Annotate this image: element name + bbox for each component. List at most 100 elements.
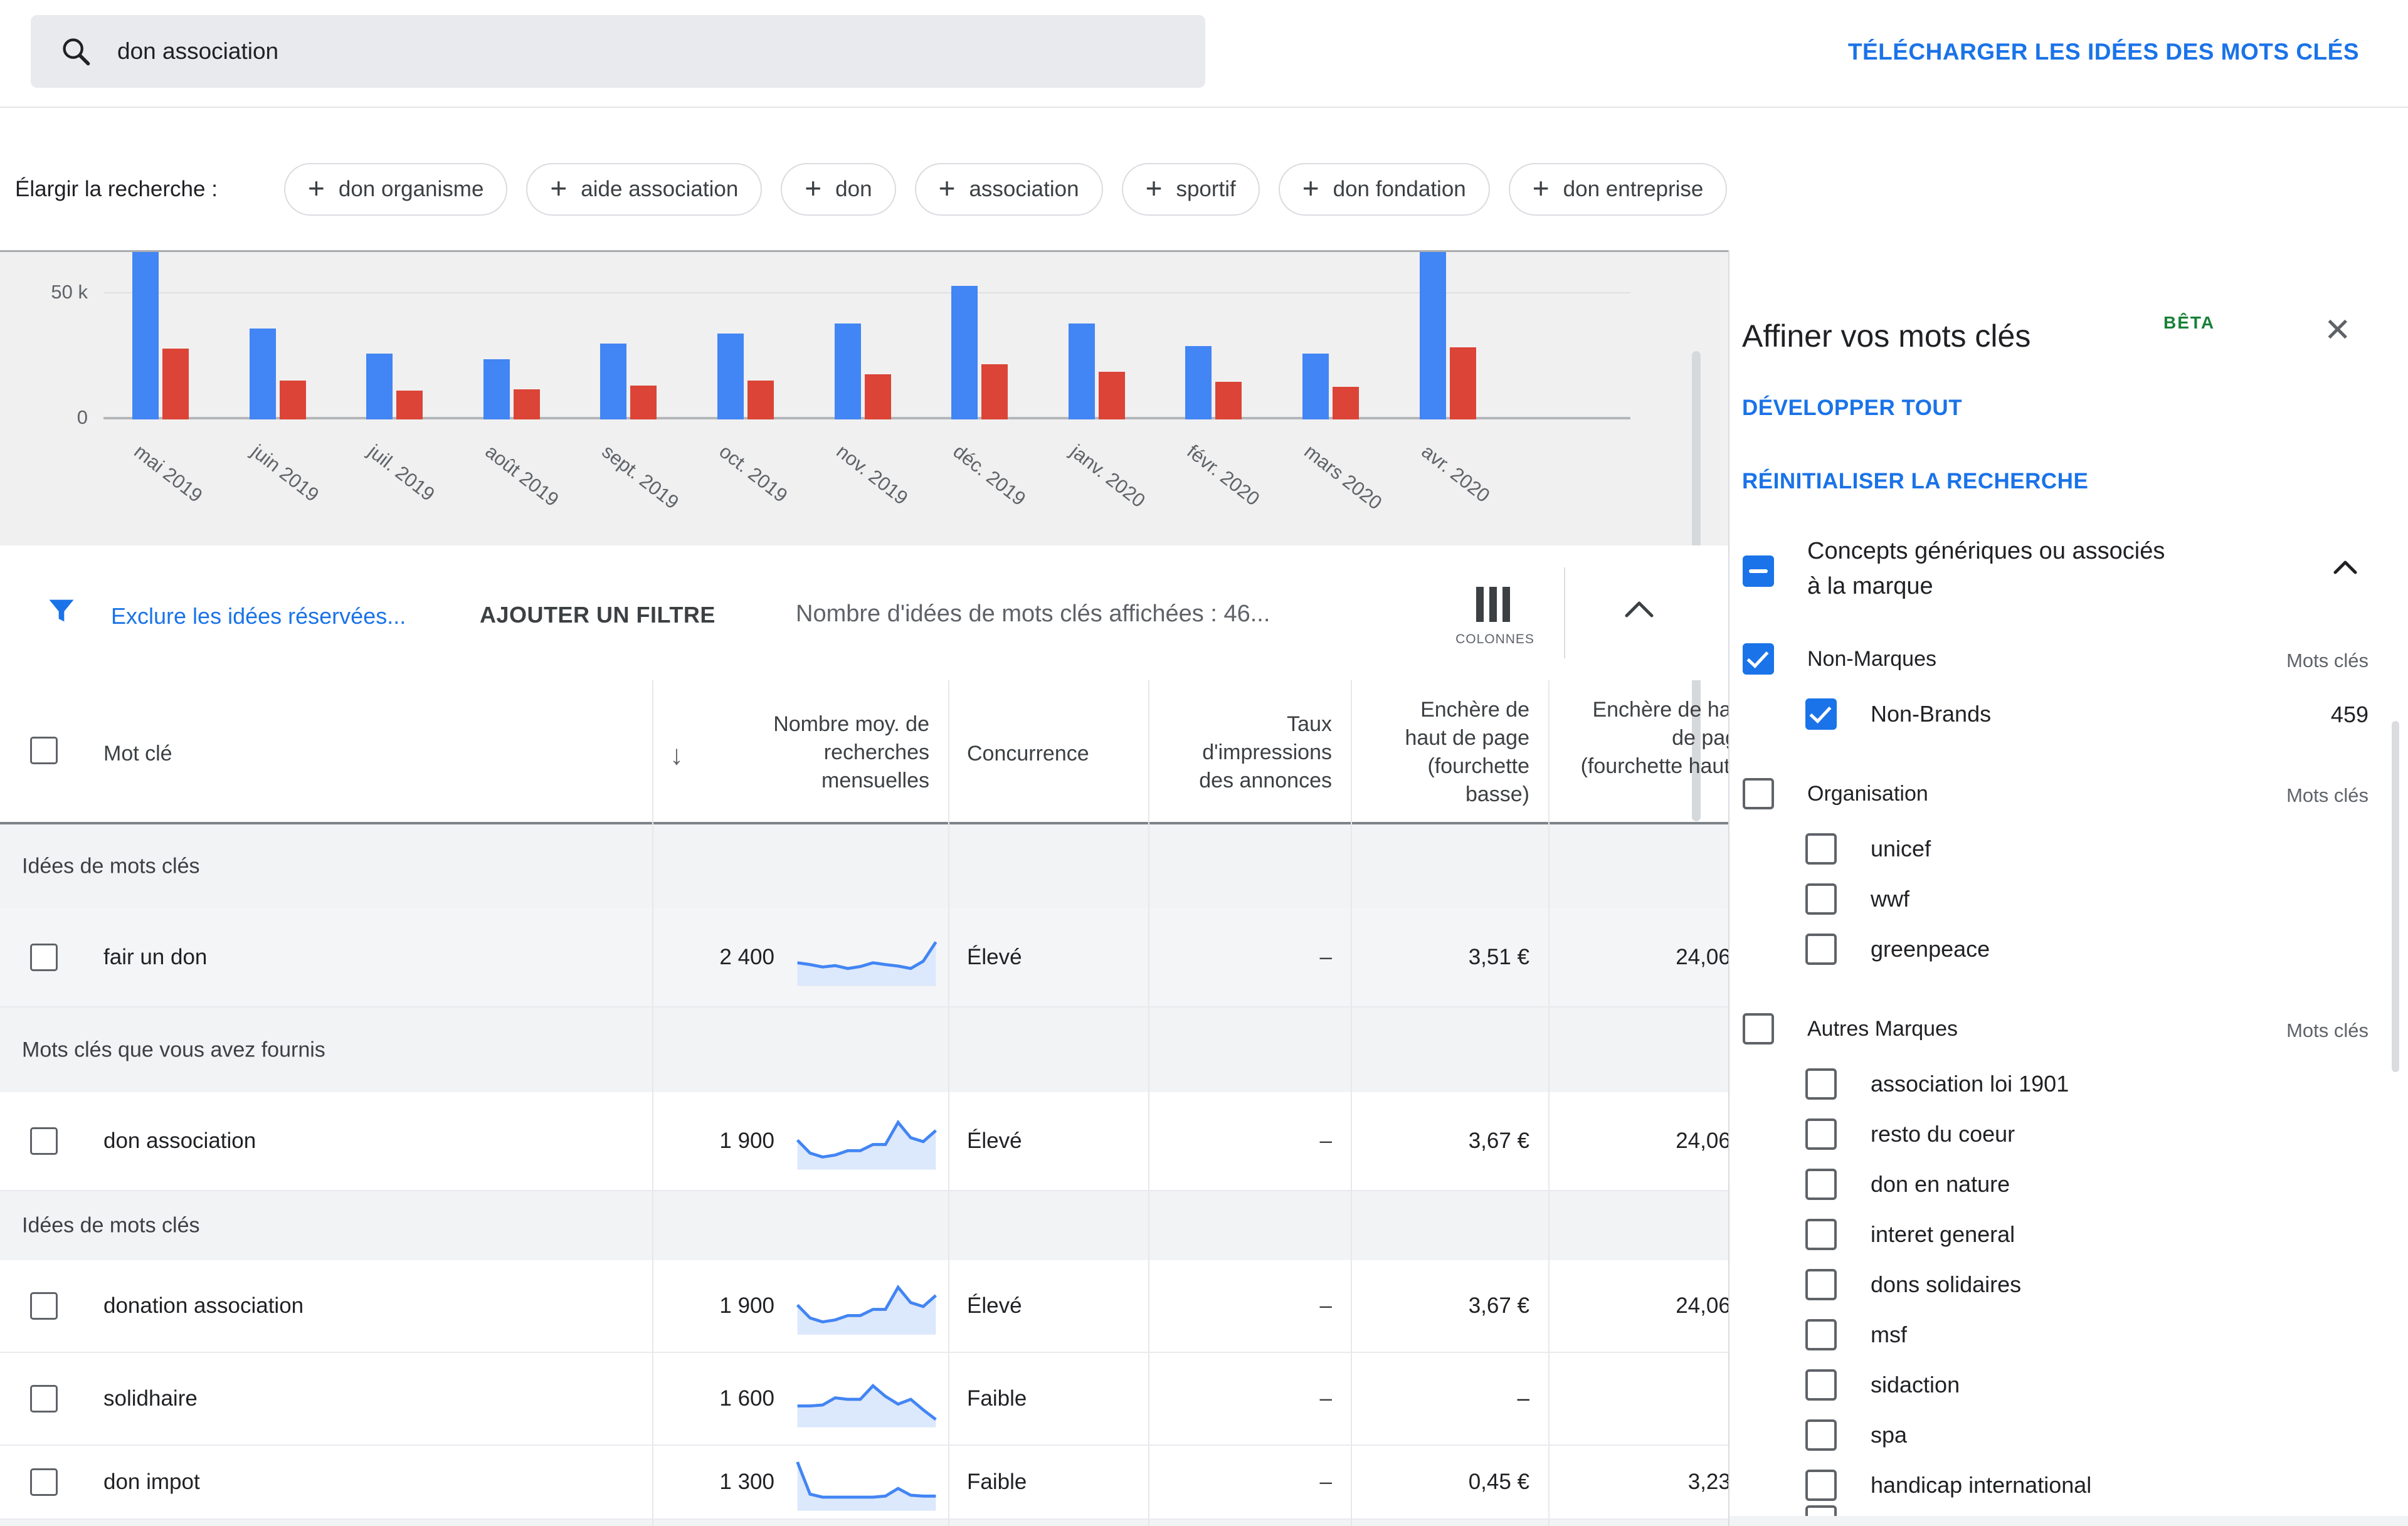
- filter-checkbox[interactable]: [1805, 833, 1837, 865]
- filter-label: Organisation: [1807, 782, 1928, 806]
- sparkline: [791, 927, 942, 987]
- col-header-bid-high[interactable]: Enchère de haut de page (fourchette haut…: [1580, 696, 1728, 781]
- row-checkbox[interactable]: [30, 1468, 58, 1496]
- filter-checkbox[interactable]: [1805, 1118, 1837, 1150]
- table-section-header: Mots clés que vous avez fournis: [0, 1008, 1728, 1092]
- bid-high-cell: 3,23 €: [1568, 1470, 1728, 1495]
- row-checkbox[interactable]: [30, 944, 58, 971]
- col-header-avg-searches[interactable]: Nombre moy. de recherches mensuelles: [727, 710, 929, 795]
- filter-checkbox[interactable]: [1805, 1068, 1837, 1100]
- filter-checkbox[interactable]: [1805, 1369, 1837, 1401]
- bid-low-cell: 0,45 €: [1380, 1470, 1529, 1495]
- row-checkbox[interactable]: [30, 1292, 58, 1320]
- checked-checkbox[interactable]: [1743, 643, 1774, 675]
- exclude-reserved-ideas-link[interactable]: Exclure les idées réservées...: [111, 603, 406, 629]
- chip-label: don organisme: [339, 177, 484, 202]
- filter-checkbox[interactable]: [1805, 1169, 1837, 1200]
- sort-descending-icon[interactable]: ↓: [670, 740, 684, 771]
- col-header-bid-low[interactable]: Enchère de haut de page (fourchette bass…: [1380, 696, 1529, 809]
- keyword-search-box[interactable]: [31, 15, 1205, 88]
- select-all-checkbox[interactable]: [30, 737, 58, 764]
- filter-right-label: Mots clés: [2137, 1019, 2368, 1042]
- col-header-keyword[interactable]: Mot clé: [103, 740, 172, 768]
- filter-checkbox[interactable]: [1805, 934, 1837, 965]
- col-header-competition[interactable]: Concurrence: [967, 740, 1089, 768]
- expand-chip[interactable]: +aide association: [526, 163, 762, 216]
- add-filter-button[interactable]: AJOUTER UN FILTRE: [480, 602, 716, 628]
- top-divider: [0, 107, 2408, 108]
- filter-label: don en nature: [1871, 1171, 2010, 1197]
- filter-checkbox[interactable]: [1743, 1013, 1774, 1045]
- x-axis-label: oct. 2019: [715, 440, 792, 507]
- chart-bar-blue: [366, 354, 393, 419]
- filter-label: handicap international: [1871, 1472, 2091, 1498]
- expand-chip[interactable]: + don organisme: [284, 163, 507, 216]
- expand-chip[interactable]: +don fondation: [1279, 163, 1490, 216]
- download-keyword-ideas-link[interactable]: TÉLÉCHARGER LES IDÉES DES MOTS CLÉS: [1848, 39, 2359, 65]
- x-axis-label: avr. 2020: [1417, 440, 1494, 507]
- collapse-chart-chevron-icon[interactable]: [1622, 598, 1657, 619]
- bid-high-cell: 24,06 €: [1568, 945, 1728, 970]
- competition-cell: Faible: [967, 1386, 1027, 1411]
- plus-icon: +: [550, 174, 567, 203]
- table-section-header: Idées de mots clés: [0, 824, 1728, 908]
- table-row: donation association1 900Élevé–3,67 €24,…: [0, 1260, 1728, 1353]
- filter-label: sidaction: [1871, 1372, 1960, 1398]
- chart-bar-blue: [1302, 354, 1329, 419]
- column-divider: [652, 680, 653, 1526]
- chart-bar-blue: [132, 252, 159, 419]
- row-checkbox[interactable]: [30, 1127, 58, 1155]
- chip-label: don entreprise: [1563, 177, 1704, 202]
- x-axis-label: juin 2019: [246, 440, 322, 507]
- filter-label: greenpeace: [1871, 936, 1990, 962]
- filter-checkbox[interactable]: [1805, 1419, 1837, 1451]
- bid-low-cell: 3,67 €: [1380, 1129, 1529, 1154]
- filter-icon: [45, 594, 78, 627]
- chart-bar-blue: [1069, 324, 1095, 419]
- table-row: solidhaire1 600Faible––: [0, 1353, 1728, 1446]
- chip-label: sportif: [1176, 177, 1235, 202]
- chart-bar-blue: [1420, 252, 1446, 419]
- competition-cell: Élevé: [967, 1293, 1022, 1318]
- chart-bar-red: [981, 364, 1008, 419]
- col-header-impression-share[interactable]: Taux d'impressions des annonces: [1179, 710, 1332, 795]
- table-body: Idées de mots clésfair un don2 400Élevé–…: [0, 824, 1728, 1526]
- impression-share-cell: –: [1191, 1470, 1332, 1495]
- plus-icon: +: [308, 174, 325, 203]
- filter-checkbox[interactable]: [1805, 1470, 1837, 1501]
- chart-bar-red: [1099, 372, 1125, 419]
- impression-share-cell: –: [1191, 1293, 1332, 1318]
- filter-label: interet general: [1871, 1221, 2015, 1248]
- expand-chip[interactable]: +don entreprise: [1509, 163, 1728, 216]
- row-checkbox[interactable]: [30, 1385, 58, 1413]
- checked-checkbox[interactable]: [1805, 698, 1837, 730]
- filter-checkbox[interactable]: [1743, 778, 1774, 809]
- right-panel-scrollbar[interactable]: [2392, 721, 2399, 1072]
- filter-checkbox[interactable]: [1805, 883, 1837, 915]
- section-label: Mots clés que vous avez fournis: [22, 1038, 325, 1062]
- x-axis-label: mai 2019: [130, 440, 207, 507]
- sparkline: [791, 1276, 942, 1336]
- filter-checkbox[interactable]: [1805, 1269, 1837, 1300]
- columns-icon[interactable]: [1476, 587, 1510, 622]
- filter-checkbox[interactable]: [1805, 1219, 1837, 1250]
- column-divider: [1148, 680, 1149, 1526]
- keyword-cell: don impot: [103, 1470, 200, 1495]
- chart-bar-blue: [951, 286, 978, 419]
- bid-low-cell: 3,51 €: [1380, 945, 1529, 970]
- chart-bar-red: [280, 381, 306, 419]
- chart-bar-red: [747, 381, 774, 419]
- x-axis-label: janv. 2020: [1066, 440, 1149, 512]
- avg-searches-cell: 1 900: [640, 1293, 774, 1318]
- expand-chip[interactable]: +don: [781, 163, 895, 216]
- filter-checkbox[interactable]: [1805, 1319, 1837, 1350]
- expand-search-label: Élargir la recherche :: [15, 177, 218, 202]
- sparkline: [791, 1452, 942, 1512]
- chart-bar-red: [396, 391, 423, 419]
- search-input[interactable]: [116, 38, 996, 65]
- expand-chip[interactable]: +association: [915, 163, 1103, 216]
- plus-icon: +: [939, 174, 956, 203]
- expand-chip[interactable]: +sportif: [1122, 163, 1260, 216]
- chart-bar-red: [1450, 347, 1476, 419]
- panel-bottom-band: [1729, 1516, 2408, 1526]
